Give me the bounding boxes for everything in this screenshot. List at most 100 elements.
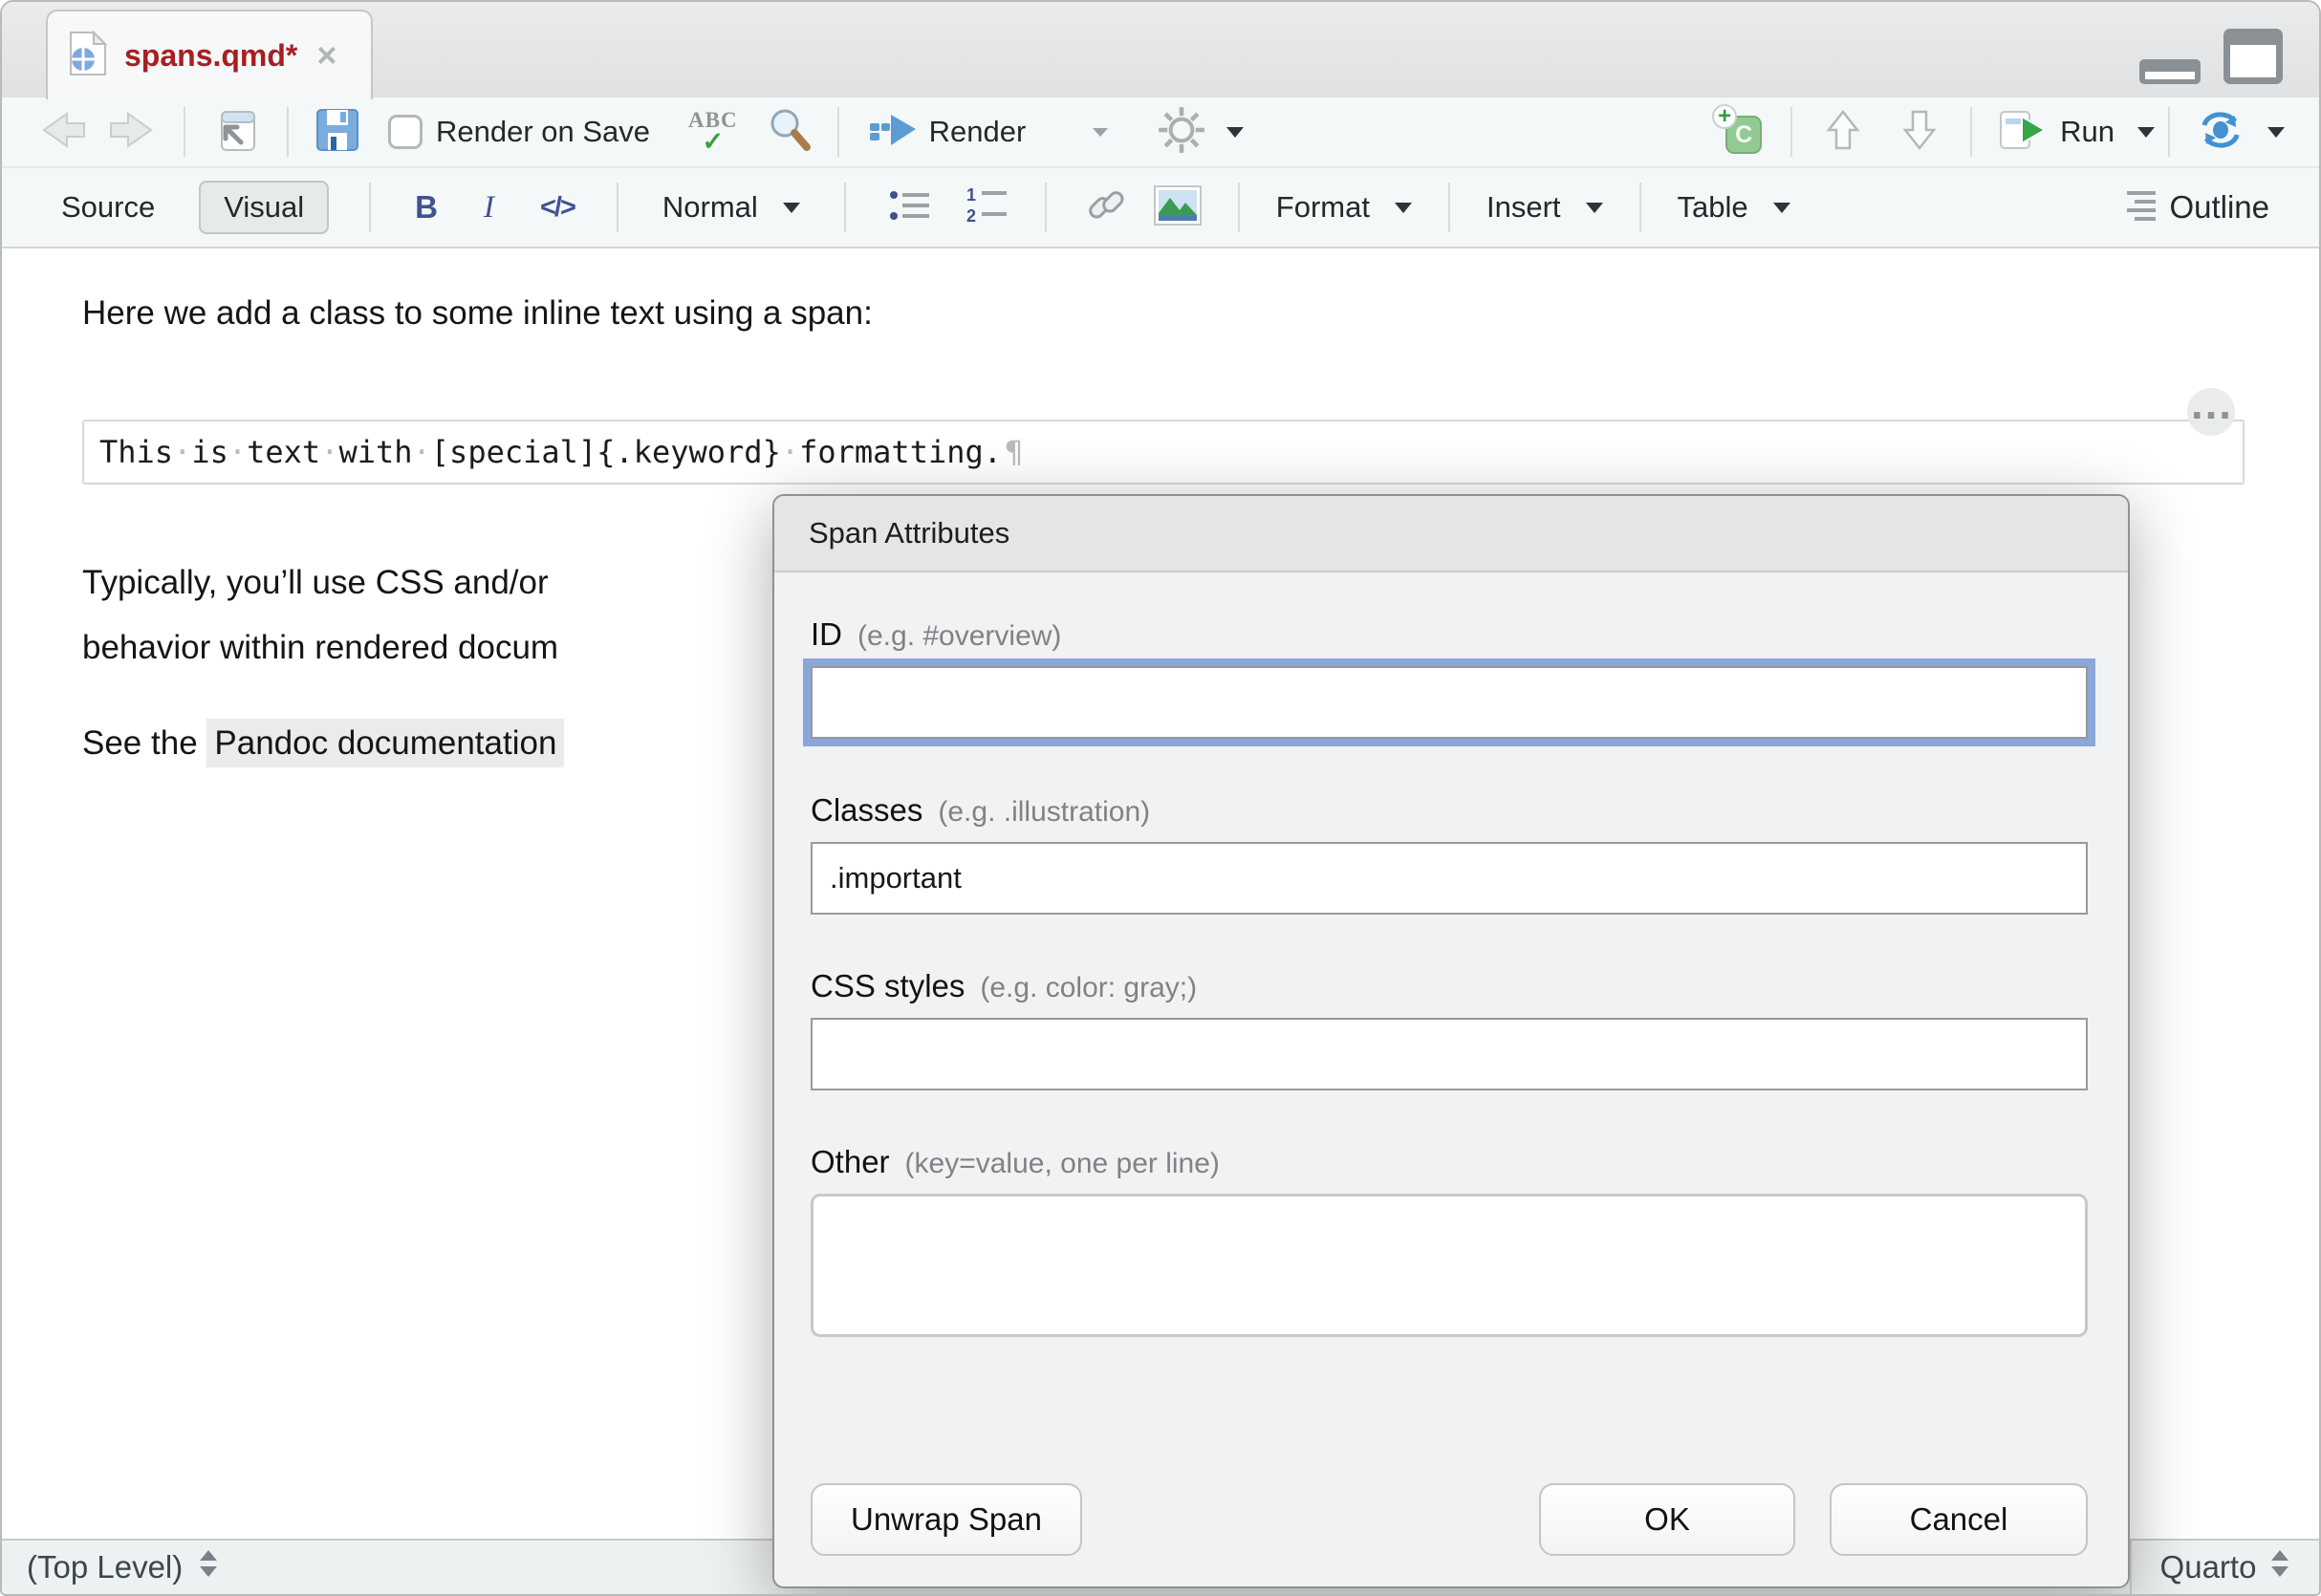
classes-hint: (e.g. .illustration) [938, 796, 1150, 829]
tab-spans-qmd[interactable]: spans.qmd* × [46, 10, 373, 99]
down-arrow-icon [1898, 108, 1941, 157]
render-button[interactable]: Render [868, 109, 1027, 156]
tab-title: spans.qmd* [124, 38, 297, 74]
classes-input[interactable] [811, 842, 2088, 915]
css-styles-input[interactable] [811, 1018, 2088, 1090]
cancel-button[interactable]: Cancel [1830, 1483, 2088, 1556]
spellcheck-icon: ABC ✓ [688, 109, 738, 155]
save-button[interactable] [315, 108, 359, 157]
id-label: ID [811, 616, 842, 653]
insert-dropdown[interactable]: Insert [1486, 190, 1603, 225]
render-on-save-checkbox[interactable] [388, 115, 423, 149]
bold-icon: B [415, 189, 438, 226]
code-line: This·is·text·with·[special]{.keyword}·fo… [99, 434, 1023, 470]
popout-window-icon [212, 106, 260, 159]
other-label: Other [811, 1144, 890, 1180]
source-menu-button[interactable] [2197, 108, 2285, 157]
svg-text:1: 1 [966, 185, 976, 205]
bullet-list-button[interactable] [888, 185, 932, 230]
outline-icon [2119, 188, 2158, 227]
editor-tab-bar: spans.qmd* × [2, 2, 2319, 97]
chevron-down-icon [1773, 203, 1790, 213]
settings-button[interactable] [1158, 106, 1244, 159]
pandoc-documentation-link[interactable]: Pandoc documentation [206, 719, 564, 767]
more-options-button[interactable]: … [2187, 388, 2235, 436]
minimize-icon[interactable] [2139, 59, 2201, 89]
previous-chunk-button[interactable] [1821, 108, 1865, 157]
render-label: Render [929, 115, 1027, 149]
svg-text:2: 2 [966, 206, 976, 226]
outline-toggle-button[interactable]: Outline [2119, 188, 2269, 227]
file-type-label: Quarto [2160, 1549, 2257, 1585]
render-menu-button[interactable] [1093, 128, 1108, 137]
rerun-source-icon [2197, 108, 2245, 157]
search-icon [767, 107, 813, 158]
numbered-list-button[interactable]: 1 2 [965, 185, 1009, 230]
image-icon [1154, 185, 1202, 230]
id-input[interactable] [811, 666, 2088, 739]
table-label: Table [1678, 190, 1748, 225]
paragraph-prefix: See the [82, 724, 206, 762]
field-other: Other (key=value, one per line) [811, 1144, 2088, 1337]
classes-label: Classes [811, 792, 922, 829]
italic-button[interactable]: I [484, 190, 494, 226]
css-styles-label: CSS styles [811, 968, 965, 1004]
ok-button[interactable]: OK [1539, 1483, 1795, 1556]
field-css-styles: CSS styles (e.g. color: gray;) [811, 968, 2088, 1090]
field-id: ID (e.g. #overview) [811, 616, 2088, 739]
next-chunk-button[interactable] [1898, 108, 1941, 157]
insert-label: Insert [1486, 190, 1561, 225]
search-button[interactable] [767, 107, 813, 158]
id-hint: (e.g. #overview) [857, 620, 1061, 653]
chevron-down-icon [783, 203, 800, 213]
rstudio-source-pane: spans.qmd* × [0, 0, 2321, 1596]
run-label: Run [2060, 115, 2115, 149]
dialog-title-bar[interactable]: Span Attributes [774, 496, 2128, 572]
render-icon [868, 109, 918, 156]
bold-button[interactable]: B [415, 189, 438, 226]
format-dropdown[interactable]: Format [1276, 190, 1412, 225]
code-block[interactable]: This·is·text·with·[special]{.keyword}·fo… [82, 420, 2245, 485]
back-arrow-icon [36, 108, 90, 157]
link-button[interactable] [1083, 183, 1129, 233]
maximize-icon[interactable] [2223, 29, 2283, 89]
up-down-arrows-icon [198, 1548, 219, 1586]
scope-selector[interactable]: (Top Level) [27, 1548, 219, 1586]
chevron-down-icon [2267, 127, 2285, 138]
spellcheck-button[interactable]: ABC ✓ [688, 109, 738, 155]
code-button[interactable]: </> [540, 192, 575, 224]
other-attributes-textarea[interactable] [811, 1194, 2088, 1337]
image-button[interactable] [1154, 185, 1202, 230]
format-toolbar: Source Visual B I </> Normal [2, 168, 2319, 248]
close-icon[interactable]: × [316, 38, 336, 73]
back-button[interactable] [36, 108, 90, 157]
paragraph-intro: Here we add a class to some inline text … [82, 294, 873, 333]
source-mode-button[interactable]: Source [52, 183, 164, 232]
forward-button[interactable] [105, 108, 159, 157]
outline-label: Outline [2169, 189, 2269, 226]
chevron-down-icon [2137, 127, 2155, 138]
chevron-down-icon [1395, 203, 1412, 213]
insert-chunk-icon: C + [1714, 108, 1766, 156]
up-down-arrows-icon [2269, 1548, 2290, 1586]
code-icon: </> [540, 192, 575, 224]
main-toolbar: Render on Save ABC ✓ [2, 97, 2319, 168]
visual-mode-button[interactable]: Visual [199, 181, 329, 234]
file-type-selector[interactable]: Quarto [2130, 1541, 2319, 1594]
table-dropdown[interactable]: Table [1678, 190, 1790, 225]
run-icon [1999, 108, 2049, 157]
format-label: Format [1276, 190, 1370, 225]
css-styles-hint: (e.g. color: gray;) [980, 972, 1197, 1004]
run-button[interactable]: Run [1999, 108, 2155, 157]
italic-icon: I [484, 190, 494, 226]
bullet-list-icon [888, 185, 932, 230]
link-icon [1083, 183, 1129, 233]
insert-chunk-button[interactable]: C + [1714, 108, 1766, 156]
forward-arrow-icon [105, 108, 159, 157]
save-icon [315, 108, 359, 157]
unwrap-span-button[interactable]: Unwrap Span [811, 1483, 1082, 1556]
render-on-save-label: Render on Save [436, 115, 650, 149]
paragraph-style-dropdown[interactable]: Normal [662, 190, 800, 225]
popout-button[interactable] [212, 106, 260, 159]
chevron-down-icon [1093, 128, 1108, 137]
